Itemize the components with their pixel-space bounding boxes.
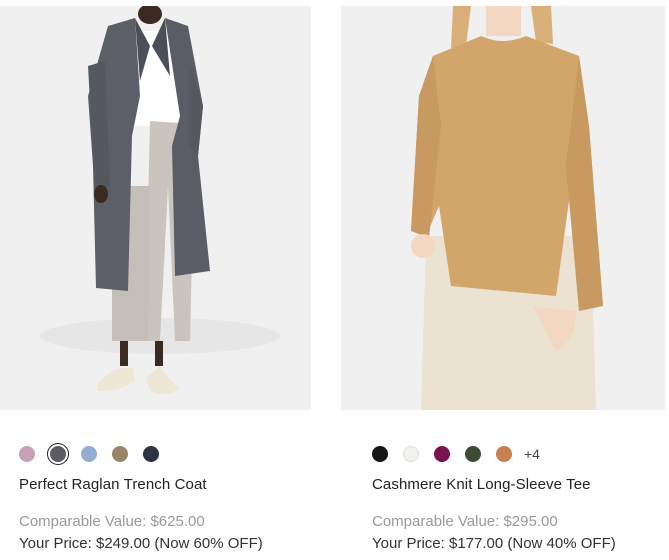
your-price: Your Price: $177.00 (Now 40% OFF) — [372, 535, 616, 552]
product-card-trench-coat[interactable]: Perfect Raglan Trench Coat Comparable Va… — [0, 6, 311, 552]
color-swatches — [19, 446, 174, 462]
comparable-value: Comparable Value: $295.00 — [372, 513, 558, 530]
product-image-trench-coat[interactable] — [0, 6, 311, 410]
color-swatches: +4 — [372, 446, 540, 462]
product-image-cashmere-tee[interactable] — [341, 6, 665, 410]
comparable-value: Comparable Value: $625.00 — [19, 513, 205, 530]
swatch-2[interactable] — [81, 446, 97, 462]
product-name[interactable]: Cashmere Knit Long-Sleeve Tee — [372, 476, 591, 493]
swatch-4[interactable] — [143, 446, 159, 462]
more-colors-link[interactable]: +4 — [524, 446, 540, 462]
product-name[interactable]: Perfect Raglan Trench Coat — [19, 476, 207, 493]
swatch-4[interactable] — [496, 446, 512, 462]
swatch-0[interactable] — [19, 446, 35, 462]
swatch-1[interactable] — [403, 446, 419, 462]
swatch-2[interactable] — [434, 446, 450, 462]
swatch-1-selected[interactable] — [50, 446, 66, 462]
swatch-3[interactable] — [112, 446, 128, 462]
swatch-0[interactable] — [372, 446, 388, 462]
product-card-cashmere-tee[interactable]: +4 Cashmere Knit Long-Sleeve Tee Compara… — [341, 6, 665, 552]
your-price: Your Price: $249.00 (Now 60% OFF) — [19, 535, 263, 552]
swatch-3[interactable] — [465, 446, 481, 462]
